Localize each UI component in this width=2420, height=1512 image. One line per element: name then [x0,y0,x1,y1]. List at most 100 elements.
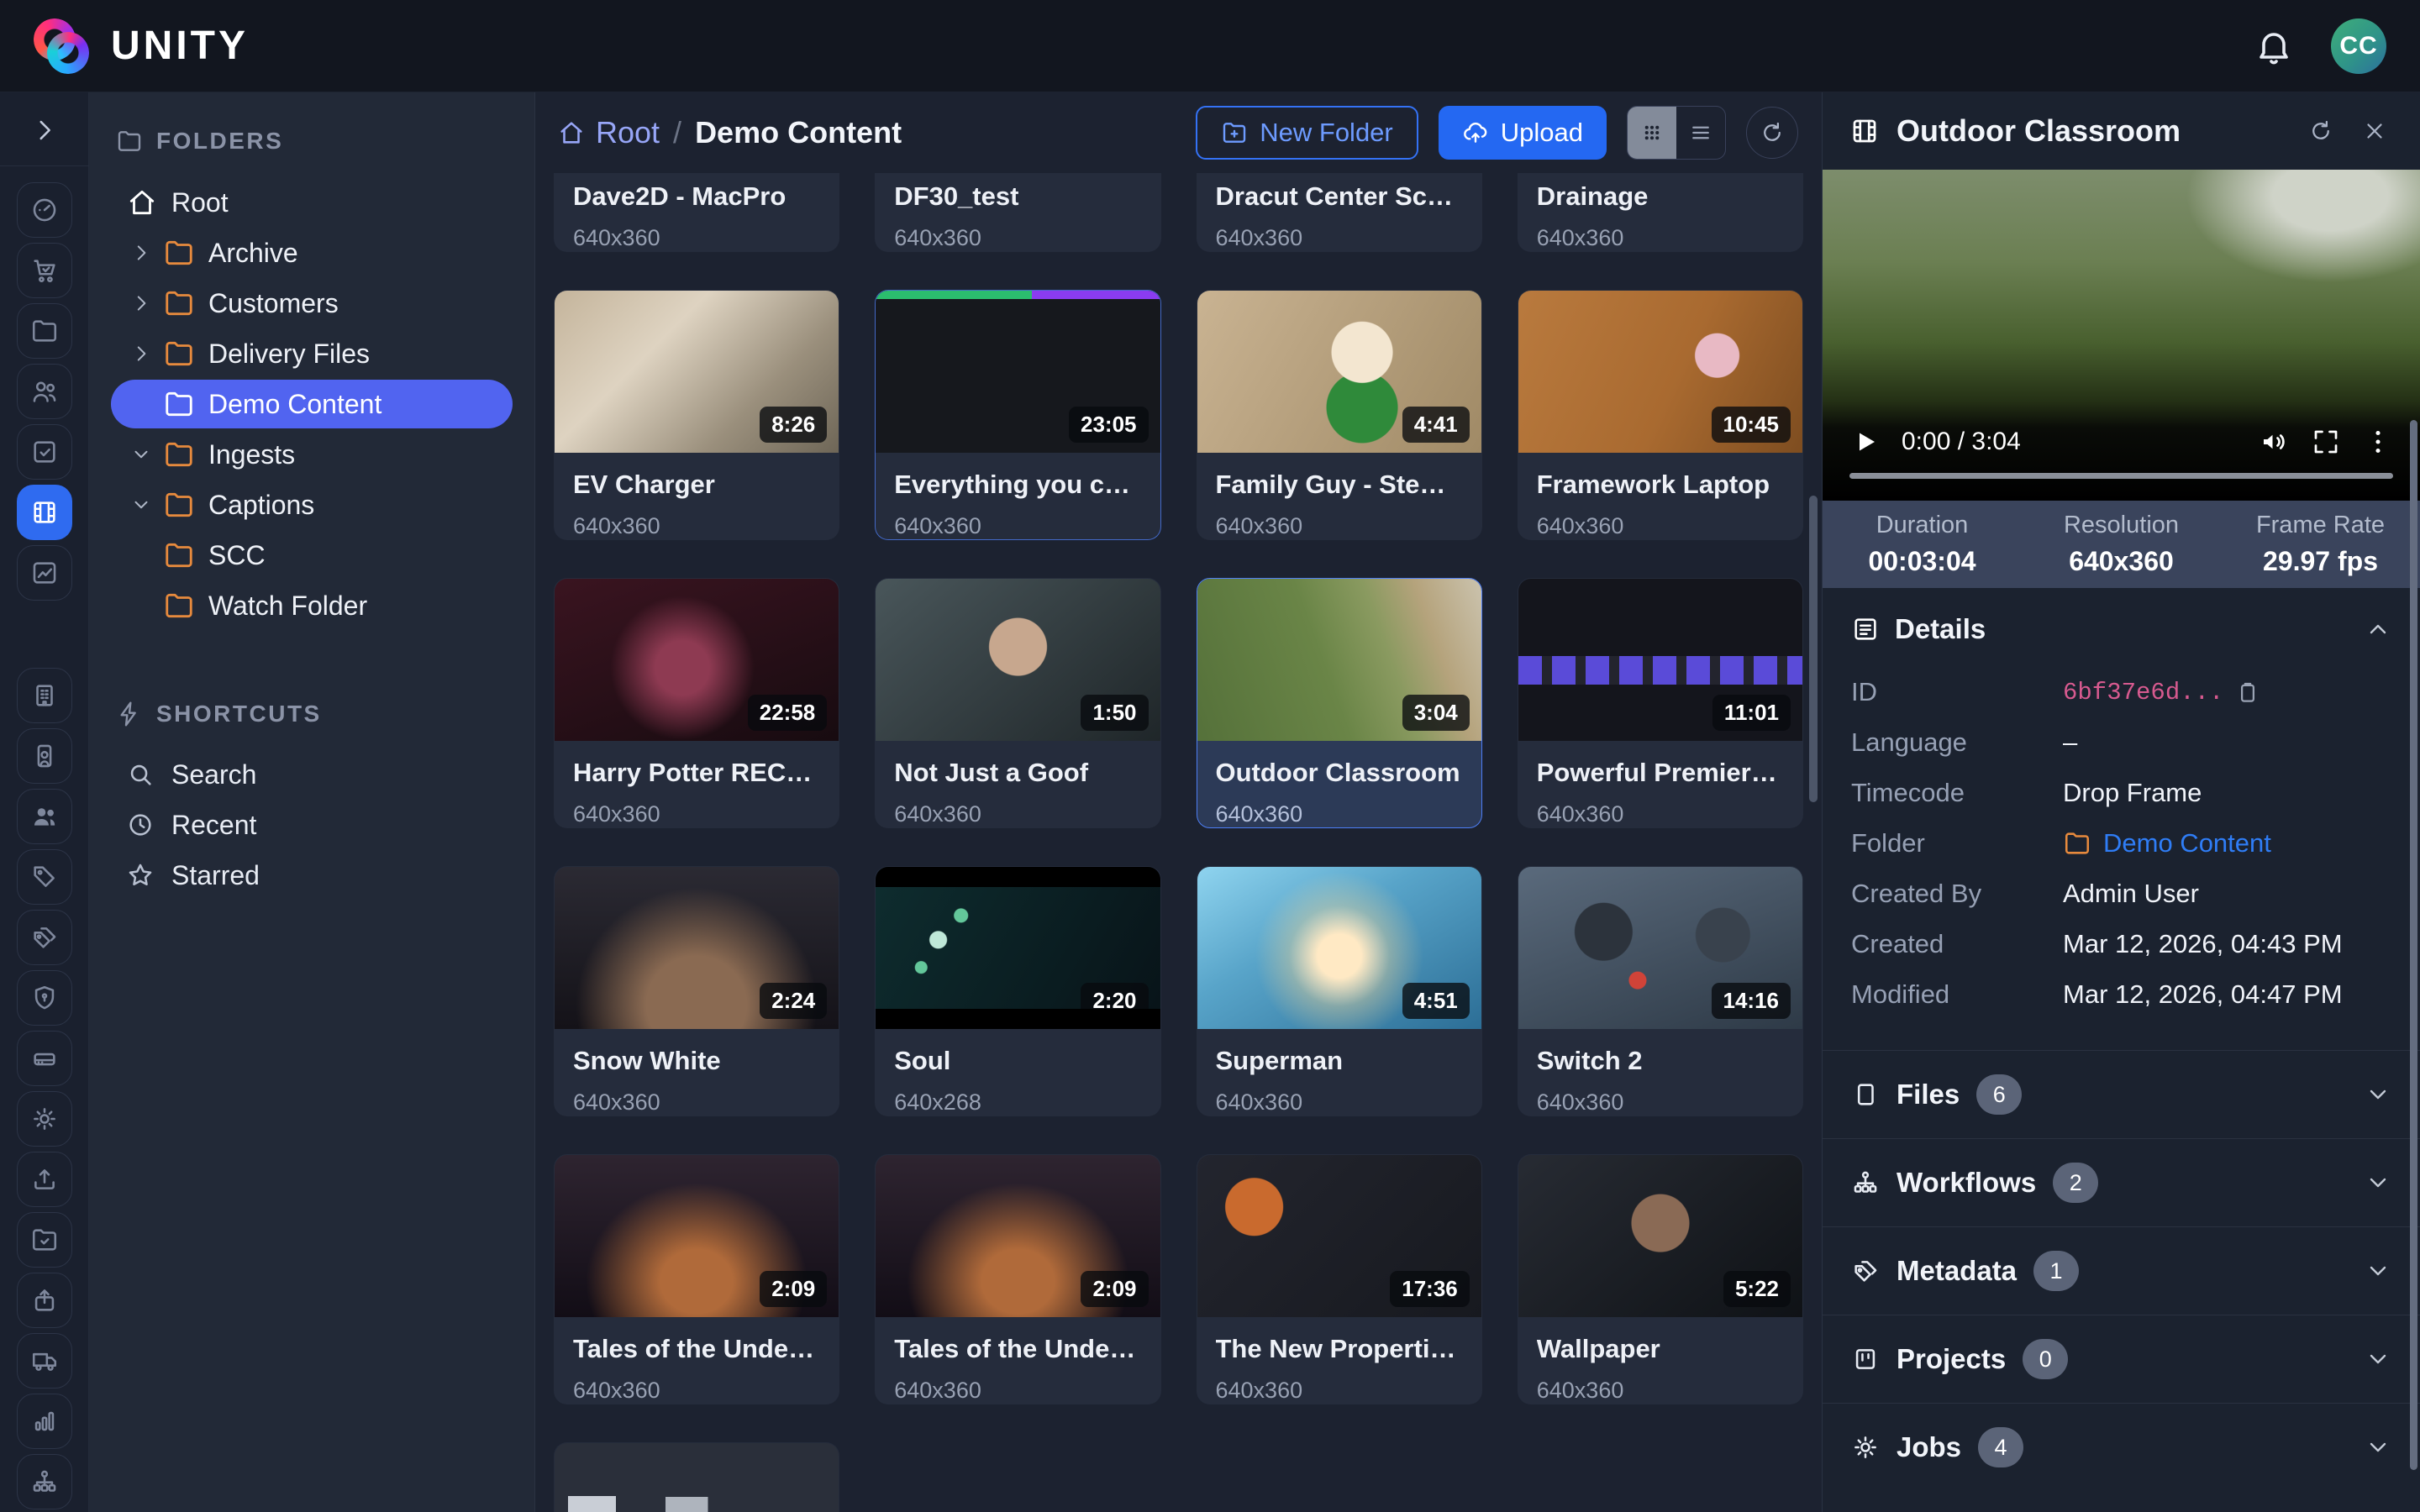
asset-tile-dave2d-macpro[interactable]: Dave2D - MacPro640x360 [554,173,839,252]
rail-item-line-chart[interactable] [17,545,72,601]
asset-tile-dracut-center-school[interactable]: Dracut Center School...640x360 [1197,173,1482,252]
rail-item-gear[interactable] [17,1091,72,1147]
rail-item-shield[interactable] [17,970,72,1026]
fullscreen-button[interactable] [2311,427,2341,457]
folder-tree-item-customers[interactable]: Customers [111,279,513,328]
refresh-button[interactable] [1746,107,1798,159]
rail-item-film[interactable] [17,485,72,540]
asset-thumbnail: 8:26 [555,291,839,453]
asset-caption: Switch 2640x360 [1518,1029,1802,1116]
grid-view-button[interactable] [1628,107,1676,159]
asset-tile-outdoor-classroom[interactable]: 3:04Outdoor Classroom640x360 [1197,578,1482,828]
stat-label: Frame Rate [2256,512,2385,539]
folder-link[interactable]: Demo Content [2103,828,2271,858]
rail-item-upload-tray[interactable] [17,1152,72,1207]
inspector-close-button[interactable] [2356,113,2393,150]
rail-item-users-filled[interactable] [17,789,72,844]
shortcut-recent[interactable]: Recent [111,800,513,850]
new-folder-button[interactable]: New Folder [1196,106,1418,160]
folder-tree-item-watch-folder[interactable]: Watch Folder [111,581,513,630]
folder-tree-item-delivery-files[interactable]: Delivery Files [111,329,513,378]
folder-tree-item-ingests[interactable]: Ingests [111,430,513,479]
lightning-icon [116,701,143,727]
section-workflows[interactable]: Workflows2 [1823,1138,2420,1226]
rail-item-smartphone[interactable] [17,728,72,784]
asset-resolution: 640x360 [1537,801,1784,827]
brand: UNITY [34,18,249,74]
upload-button[interactable]: Upload [1439,106,1607,160]
asset-tile-partial[interactable] [554,1442,839,1512]
rail-item-folder-check[interactable] [17,1212,72,1268]
asset-tile-powerful-premiere-au[interactable]: 11:01Powerful Premiere Au...640x360 [1518,578,1803,828]
asset-tile-superman[interactable]: 4:51Superman640x360 [1197,866,1482,1116]
asset-tile-df30-test[interactable]: DF30_test640x360 [875,173,1160,252]
section-jobs[interactable]: Jobs4 [1823,1403,2420,1491]
rail-item-building[interactable] [17,668,72,723]
asset-title: Outdoor Classroom [1216,758,1463,788]
folder-plus-icon [1221,119,1248,146]
asset-tile-the-new-properties-p[interactable]: 17:36The New Properties P...640x360 [1197,1154,1482,1404]
folder-tree-item-scc[interactable]: SCC [111,531,513,580]
section-metadata[interactable]: Metadata1 [1823,1226,2420,1315]
asset-tile-family-guy-stewie-g[interactable]: 4:41Family Guy - Stewie G...640x360 [1197,290,1482,540]
folder-tree-item-archive[interactable]: Archive [111,228,513,277]
asset-tile-harry-potter-recap[interactable]: 22:58Harry Potter RECAP640x360 [554,578,839,828]
avatar[interactable]: CC [2331,18,2386,74]
chevron-down-icon [2365,1257,2391,1284]
asset-tile-switch-2[interactable]: 14:16Switch 2640x360 [1518,866,1803,1116]
rail-item-bar-chart[interactable] [17,1394,72,1449]
rail-item-cart[interactable] [17,243,72,298]
rail-item-truck[interactable] [17,1333,72,1389]
volume-button[interactable] [2259,427,2289,457]
chevron-down-icon[interactable] [126,490,156,520]
play-button[interactable] [1849,427,1880,457]
asset-tile-ev-charger[interactable]: 8:26EV Charger640x360 [554,290,839,540]
rail-item-folder[interactable] [17,303,72,359]
section-files[interactable]: Files6 [1823,1050,2420,1138]
asset-tile-soul[interactable]: 2:20Soul640x268 [875,866,1160,1116]
users-filled-icon [30,802,59,831]
list-view-button[interactable] [1676,107,1725,159]
player-progress-bar[interactable] [1849,473,2393,479]
folder-tree-item-root[interactable]: Root [111,178,513,227]
details-header[interactable]: Details [1851,613,2391,645]
rail-item-gauge[interactable] [17,182,72,238]
shortcut-starred[interactable]: Starred [111,850,513,900]
folder-tree-item-captions[interactable]: Captions [111,480,513,529]
rail-item-users[interactable] [17,364,72,419]
rail-item-hard-drive[interactable] [17,1031,72,1086]
folder-tree-item-demo-content[interactable]: Demo Content [111,380,513,428]
copy-id-button[interactable] [2235,680,2260,705]
asset-tile-tales-of-the-underwo[interactable]: 2:09Tales of the Underwo...640x360 [875,1154,1160,1404]
inspector-refresh-button[interactable] [2302,113,2339,150]
asset-tile-snow-white[interactable]: 2:24Snow White640x360 [554,866,839,1116]
chevron-right-icon[interactable] [126,339,156,369]
asset-tile-wallpaper[interactable]: 5:22Wallpaper640x360 [1518,1154,1803,1404]
details-rows: ID6bf37e6d...Language–TimecodeDrop Frame… [1851,667,2391,1020]
asset-tile-drainage[interactable]: Drainage640x360 [1518,173,1803,252]
shortcut-search[interactable]: Search [111,749,513,800]
rail-item-tag[interactable] [17,849,72,905]
asset-tile-tales-of-the-underwo[interactable]: 2:09Tales of the Underwo...640x360 [554,1154,839,1404]
more-options-button[interactable] [2363,427,2393,457]
shortcut-label: Recent [171,810,256,841]
notifications-button[interactable] [2254,26,2294,66]
asset-tile-not-just-a-goof[interactable]: 1:50Not Just a Goof640x360 [875,578,1160,828]
main-scrollbar[interactable] [1809,496,1818,802]
rail-item-sitemap[interactable] [17,1454,72,1509]
detail-text: Mar 12, 2026, 04:47 PM [2063,979,2343,1010]
stat-value: 00:03:04 [1868,546,1975,577]
breadcrumb-root-link[interactable]: Root [557,115,660,150]
chevron-right-icon[interactable] [126,238,156,268]
chevron-down-icon[interactable] [126,439,156,470]
rail-expand-button[interactable] [18,106,71,154]
inspector-scrollbar[interactable] [2410,420,2417,1470]
asset-tile-framework-laptop[interactable]: 10:45Framework Laptop640x360 [1518,290,1803,540]
asset-thumbnail: 4:51 [1197,867,1481,1029]
rail-item-tags[interactable] [17,910,72,965]
section-projects[interactable]: Projects0 [1823,1315,2420,1403]
chevron-right-icon[interactable] [126,288,156,318]
rail-item-share-box[interactable] [17,1273,72,1328]
rail-item-check-square[interactable] [17,424,72,480]
asset-tile-everything-you-can-d[interactable]: 23:05Everything you can d...640x360 [875,290,1160,540]
